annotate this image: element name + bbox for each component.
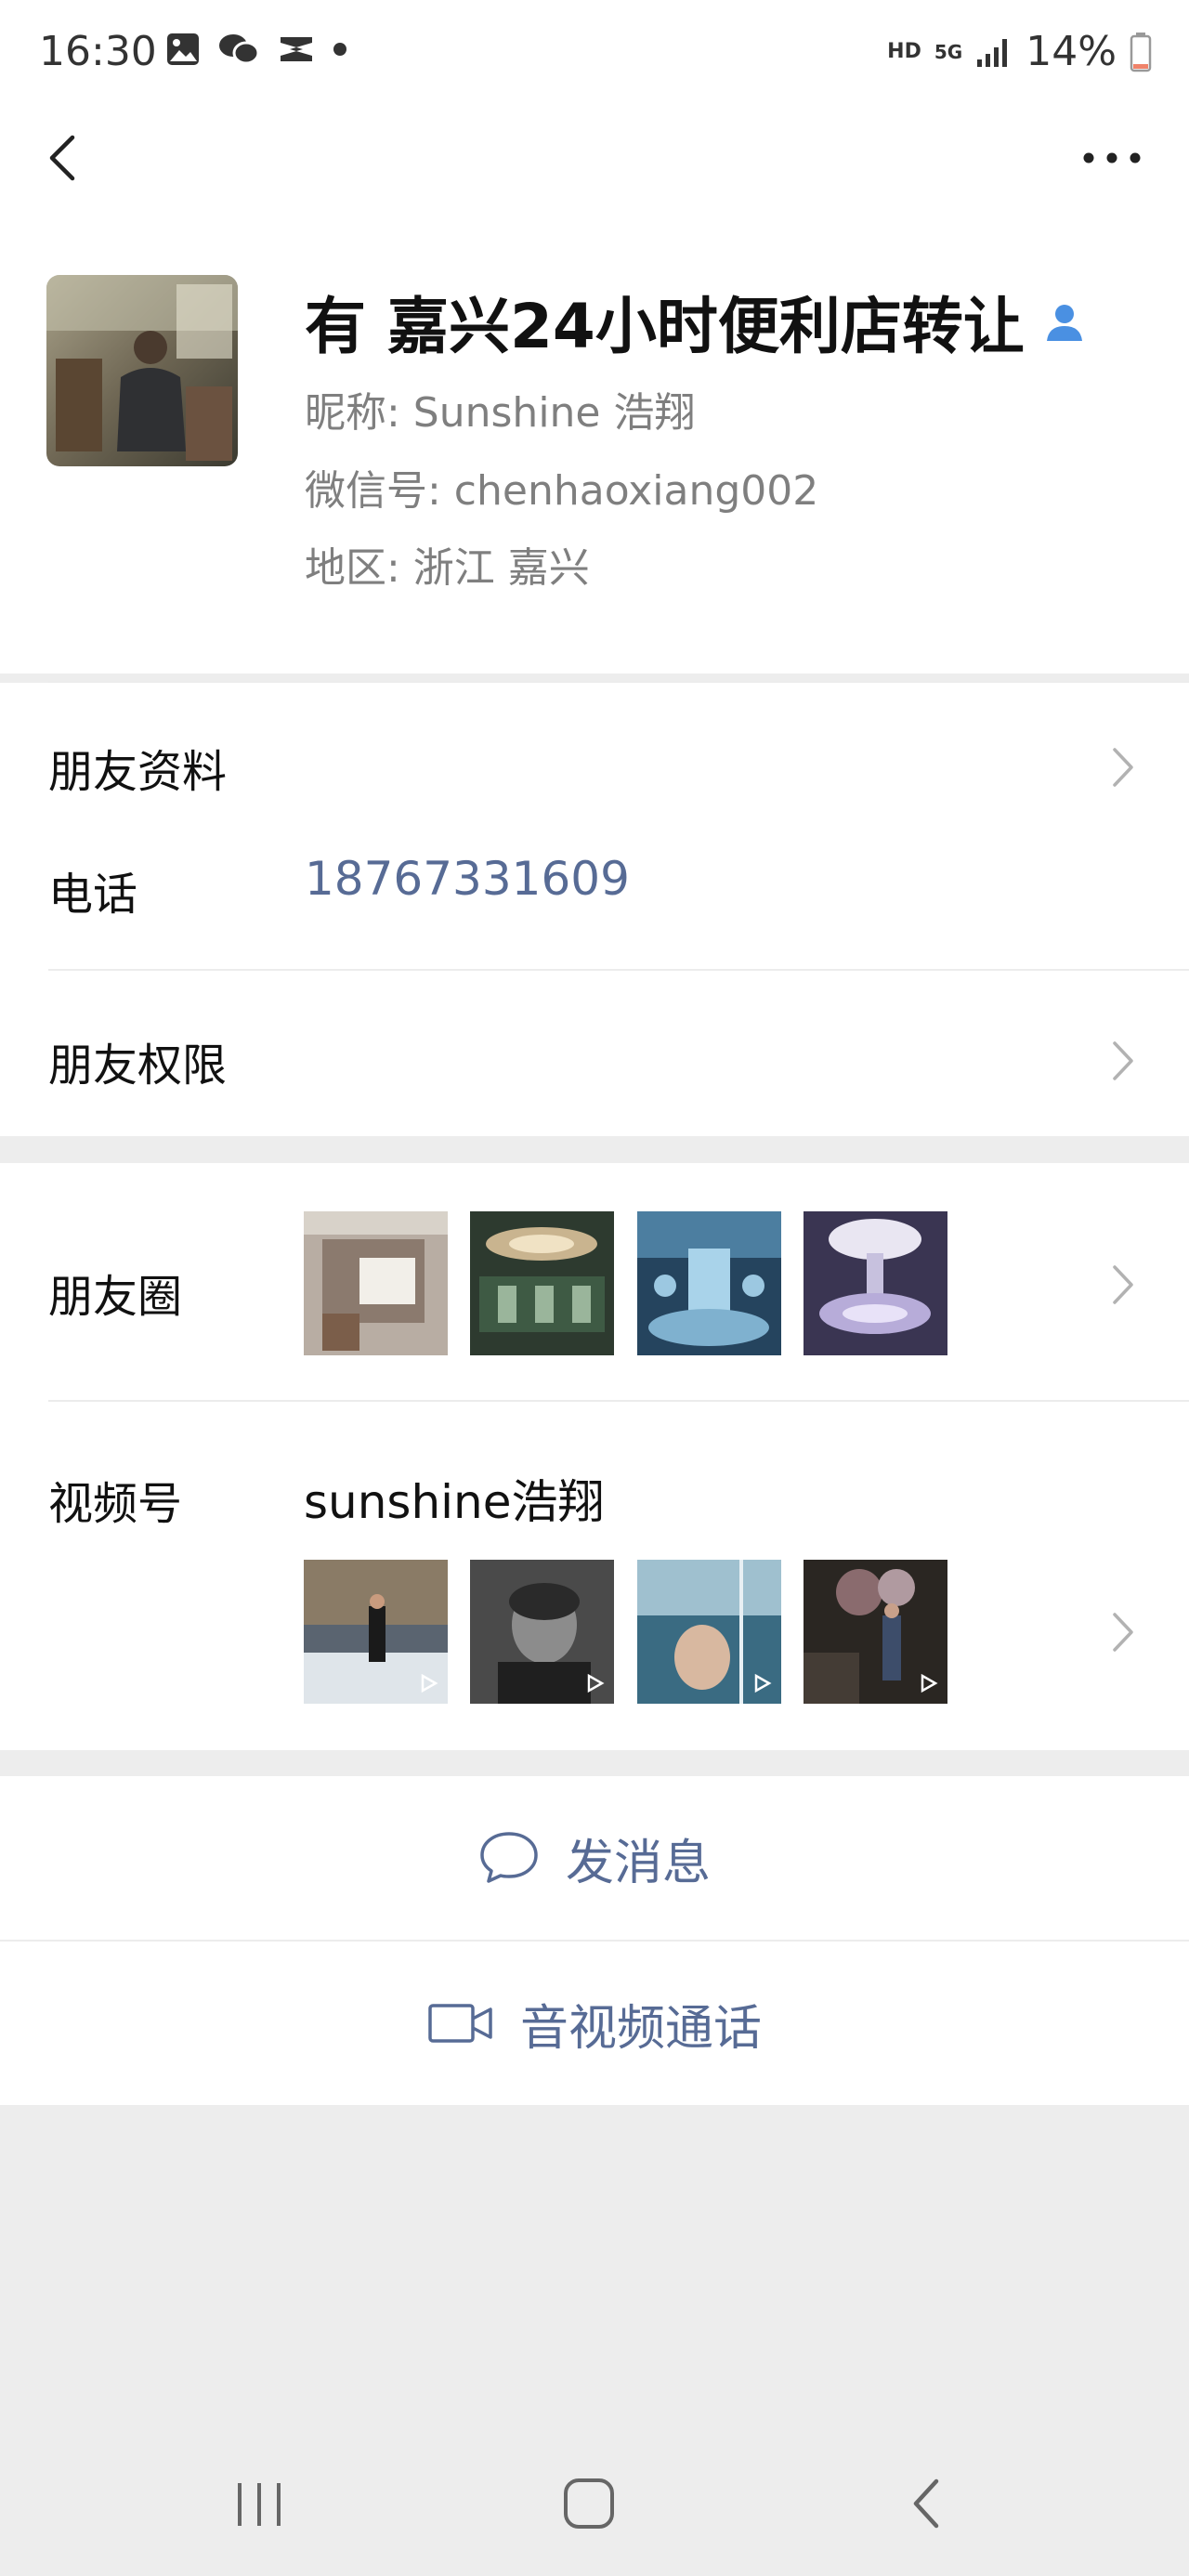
- battery-percent: 14%: [1026, 28, 1117, 75]
- channels-video-thumbnail: [470, 1560, 614, 1704]
- nickname: 昵称: Sunshine 浩翔: [305, 389, 696, 437]
- nav-bar: [0, 102, 1189, 214]
- dot-icon: [333, 43, 346, 56]
- channels-video-thumbnail: [304, 1560, 448, 1704]
- moments-thumbnail: [304, 1211, 448, 1355]
- chevron-right-icon: [1113, 748, 1133, 787]
- chat-bubble-icon: [480, 1832, 538, 1883]
- moments-thumbnail: [470, 1211, 614, 1355]
- channels-row[interactable]: 视频号 sunshine浩翔: [0, 1402, 1189, 1750]
- permissions-label: 朋友权限: [48, 1040, 228, 1092]
- home-button[interactable]: [561, 2476, 617, 2531]
- send-message-label: 发消息: [565, 1835, 711, 1891]
- status-bar: 16:30 HD 5G 14%: [0, 0, 1189, 102]
- channels-video-thumbnail: [637, 1560, 781, 1704]
- moments-thumbnail: [804, 1211, 947, 1355]
- chevron-right-icon: [1113, 1613, 1133, 1652]
- moments-label: 朋友圈: [48, 1271, 183, 1323]
- back-button[interactable]: [37, 130, 93, 186]
- phone-label: 电话: [48, 869, 138, 921]
- status-notification-icons: [165, 32, 347, 67]
- friend-info-label: 朋友资料: [48, 746, 228, 798]
- signal-icon: [977, 38, 1008, 67]
- moments-thumbnail: [637, 1211, 781, 1355]
- display-name-row: 有 嘉兴24小时便利店转让: [305, 277, 1088, 366]
- phone-number[interactable]: 18767331609: [305, 852, 630, 906]
- wechat-icon: [219, 34, 260, 65]
- wechat-id: 微信号: chenhaoxiang002: [305, 467, 819, 515]
- moments-channels-section: 朋友圈 视频号 sunshine浩翔: [0, 1163, 1189, 1750]
- system-nav-bar: [0, 2434, 1189, 2576]
- channels-name: sunshine浩翔: [304, 1475, 605, 1529]
- permissions-row[interactable]: 朋友权限: [0, 971, 1189, 1136]
- gallery-icon: [167, 33, 199, 65]
- hd-indicator: HD: [887, 40, 921, 63]
- contact-person-icon: [1046, 305, 1082, 341]
- friend-info-row[interactable]: 朋友资料: [0, 683, 1189, 813]
- display-name: 有 嘉兴24小时便利店转让: [305, 291, 1025, 362]
- avatar[interactable]: [46, 275, 238, 466]
- video-camera-icon: [428, 2004, 492, 2043]
- region: 地区: 浙江 嘉兴: [305, 544, 590, 592]
- system-back-button[interactable]: [901, 2476, 957, 2531]
- friend-info-section: 朋友资料 电话 18767331609: [0, 683, 1189, 971]
- capcut-icon: [281, 37, 312, 61]
- video-call-label: 音视频通话: [519, 2000, 762, 2057]
- recent-apps-button[interactable]: [232, 2476, 288, 2531]
- channels-video-thumbnail: [804, 1560, 947, 1704]
- signal-type: 5G: [934, 40, 963, 63]
- channels-label: 视频号: [48, 1478, 183, 1530]
- profile-header: 有 嘉兴24小时便利店转让 昵称: Sunshine 浩翔 微信号: chenh…: [0, 214, 1189, 683]
- moments-row[interactable]: 朋友圈: [0, 1163, 1189, 1400]
- chevron-right-icon: [1113, 1265, 1133, 1304]
- send-message-button[interactable]: 发消息: [0, 1776, 1189, 1940]
- battery-icon: [1130, 32, 1152, 72]
- more-options-button[interactable]: [1079, 139, 1144, 177]
- status-right: HD 5G 14%: [887, 28, 1152, 75]
- status-time: 16:30: [39, 28, 157, 75]
- video-call-button[interactable]: 音视频通话: [0, 1942, 1189, 2105]
- chevron-right-icon: [1113, 1041, 1133, 1080]
